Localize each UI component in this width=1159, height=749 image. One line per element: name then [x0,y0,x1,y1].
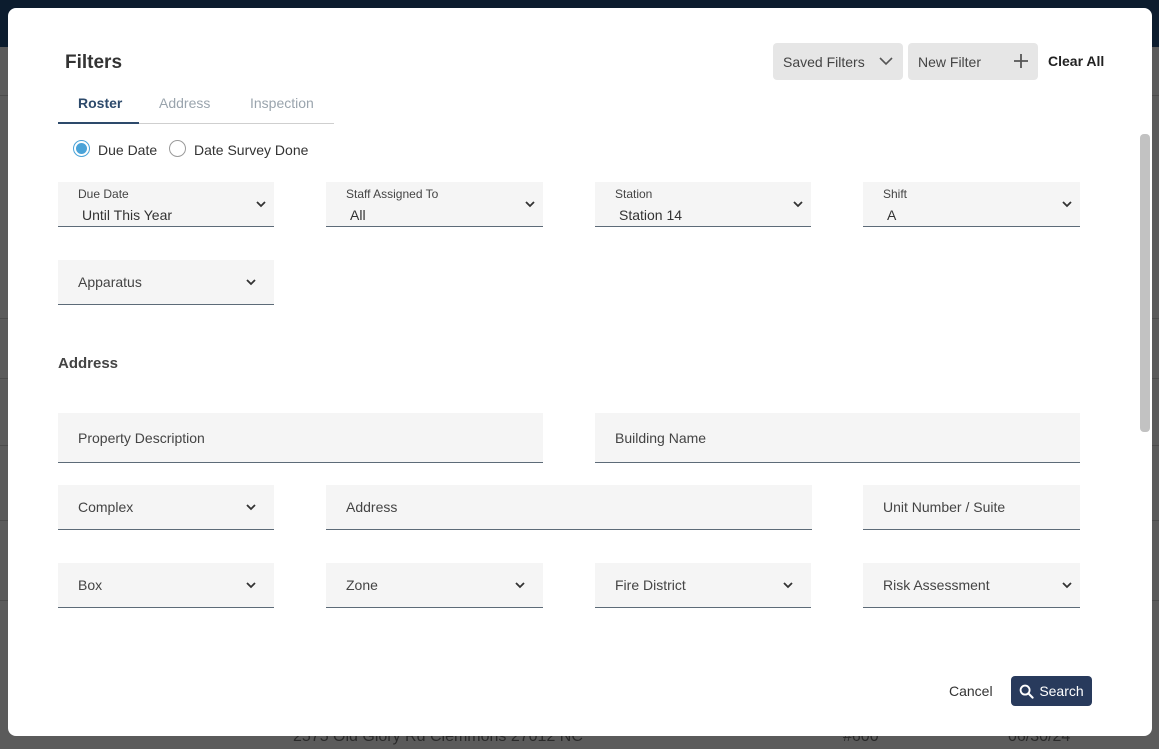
chevron-down-icon [246,279,256,286]
chevron-down-icon [783,582,793,589]
staff-assigned-select-label: Staff Assigned To [346,187,439,201]
station-select-label: Station [615,187,653,201]
due-date-select-value: Until This Year [82,207,173,223]
zone-select-placeholder: Zone [346,577,378,593]
unit-number-placeholder: Unit Number / Suite [883,499,1006,515]
complex-select-placeholder: Complex [78,499,134,515]
risk-assessment-select-placeholder: Risk Assessment [883,577,990,593]
fire-district-select-placeholder: Fire District [615,577,686,593]
plus-icon [1014,54,1028,68]
chevron-down-icon [525,201,535,208]
risk-assessment-select[interactable]: Risk Assessment [863,563,1080,608]
staff-assigned-select[interactable]: Staff Assigned To All [326,182,543,227]
chevron-down-icon [515,582,525,589]
station-select-value: Station 14 [619,207,683,223]
chevron-down-icon [256,201,266,208]
box-select-placeholder: Box [78,577,103,593]
due-date-select-label: Due Date [78,187,129,201]
cancel-button[interactable]: Cancel [949,683,993,699]
due-date-select[interactable]: Due Date Until This Year [58,182,274,227]
chevron-down-icon [1062,582,1072,589]
shift-select-value: A [887,207,897,223]
new-filter-button[interactable]: New Filter [908,43,1038,80]
saved-filters-label: Saved Filters [783,53,865,70]
apparatus-select[interactable]: Apparatus [58,260,274,305]
filters-modal: Filters Saved Filters New Filter Clear A… [8,8,1152,736]
tab-roster[interactable]: Roster [78,95,122,111]
unit-number-input[interactable]: Unit Number / Suite [863,485,1080,530]
clear-all-button[interactable]: Clear All [1048,53,1104,69]
staff-assigned-select-value: All [350,207,366,223]
date-survey-done-radio[interactable] [169,140,186,157]
apparatus-select-placeholder: Apparatus [78,274,142,290]
address-input[interactable]: Address [326,485,812,530]
building-name-input[interactable]: Building Name [595,413,1080,463]
search-icon [1019,684,1034,699]
box-select[interactable]: Box [58,563,274,608]
chevron-down-icon [879,57,893,66]
saved-filters-button[interactable]: Saved Filters [773,43,903,80]
filter-tabs: Roster Address Inspection [58,92,334,124]
tab-address[interactable]: Address [159,95,210,111]
fire-district-select[interactable]: Fire District [595,563,811,608]
chevron-down-icon [1062,201,1072,208]
chevron-down-icon [246,582,256,589]
search-button[interactable]: Search [1011,676,1092,706]
address-section-heading: Address [58,355,119,372]
complex-select[interactable]: Complex [58,485,274,530]
station-select[interactable]: Station Station 14 [595,182,811,227]
new-filter-label: New Filter [918,53,982,70]
shift-select[interactable]: Shift A [863,182,1080,227]
building-name-placeholder: Building Name [615,429,707,446]
chevron-down-icon [246,504,256,511]
shift-select-label: Shift [883,187,908,201]
modal-scrollbar-thumb[interactable] [1140,134,1150,432]
chevron-down-icon [793,201,803,208]
active-tab-indicator [58,122,139,124]
date-survey-done-radio-label[interactable]: Date Survey Done [194,142,308,158]
due-date-radio[interactable] [73,140,90,157]
modal-title: Filters [65,52,123,73]
tab-inspection[interactable]: Inspection [250,95,314,111]
due-date-radio-label[interactable]: Due Date [98,142,157,158]
zone-select[interactable]: Zone [326,563,543,608]
address-input-placeholder: Address [346,499,398,515]
property-description-placeholder: Property Description [78,429,205,446]
search-button-label: Search [1039,683,1084,699]
property-description-input[interactable]: Property Description [58,413,543,463]
